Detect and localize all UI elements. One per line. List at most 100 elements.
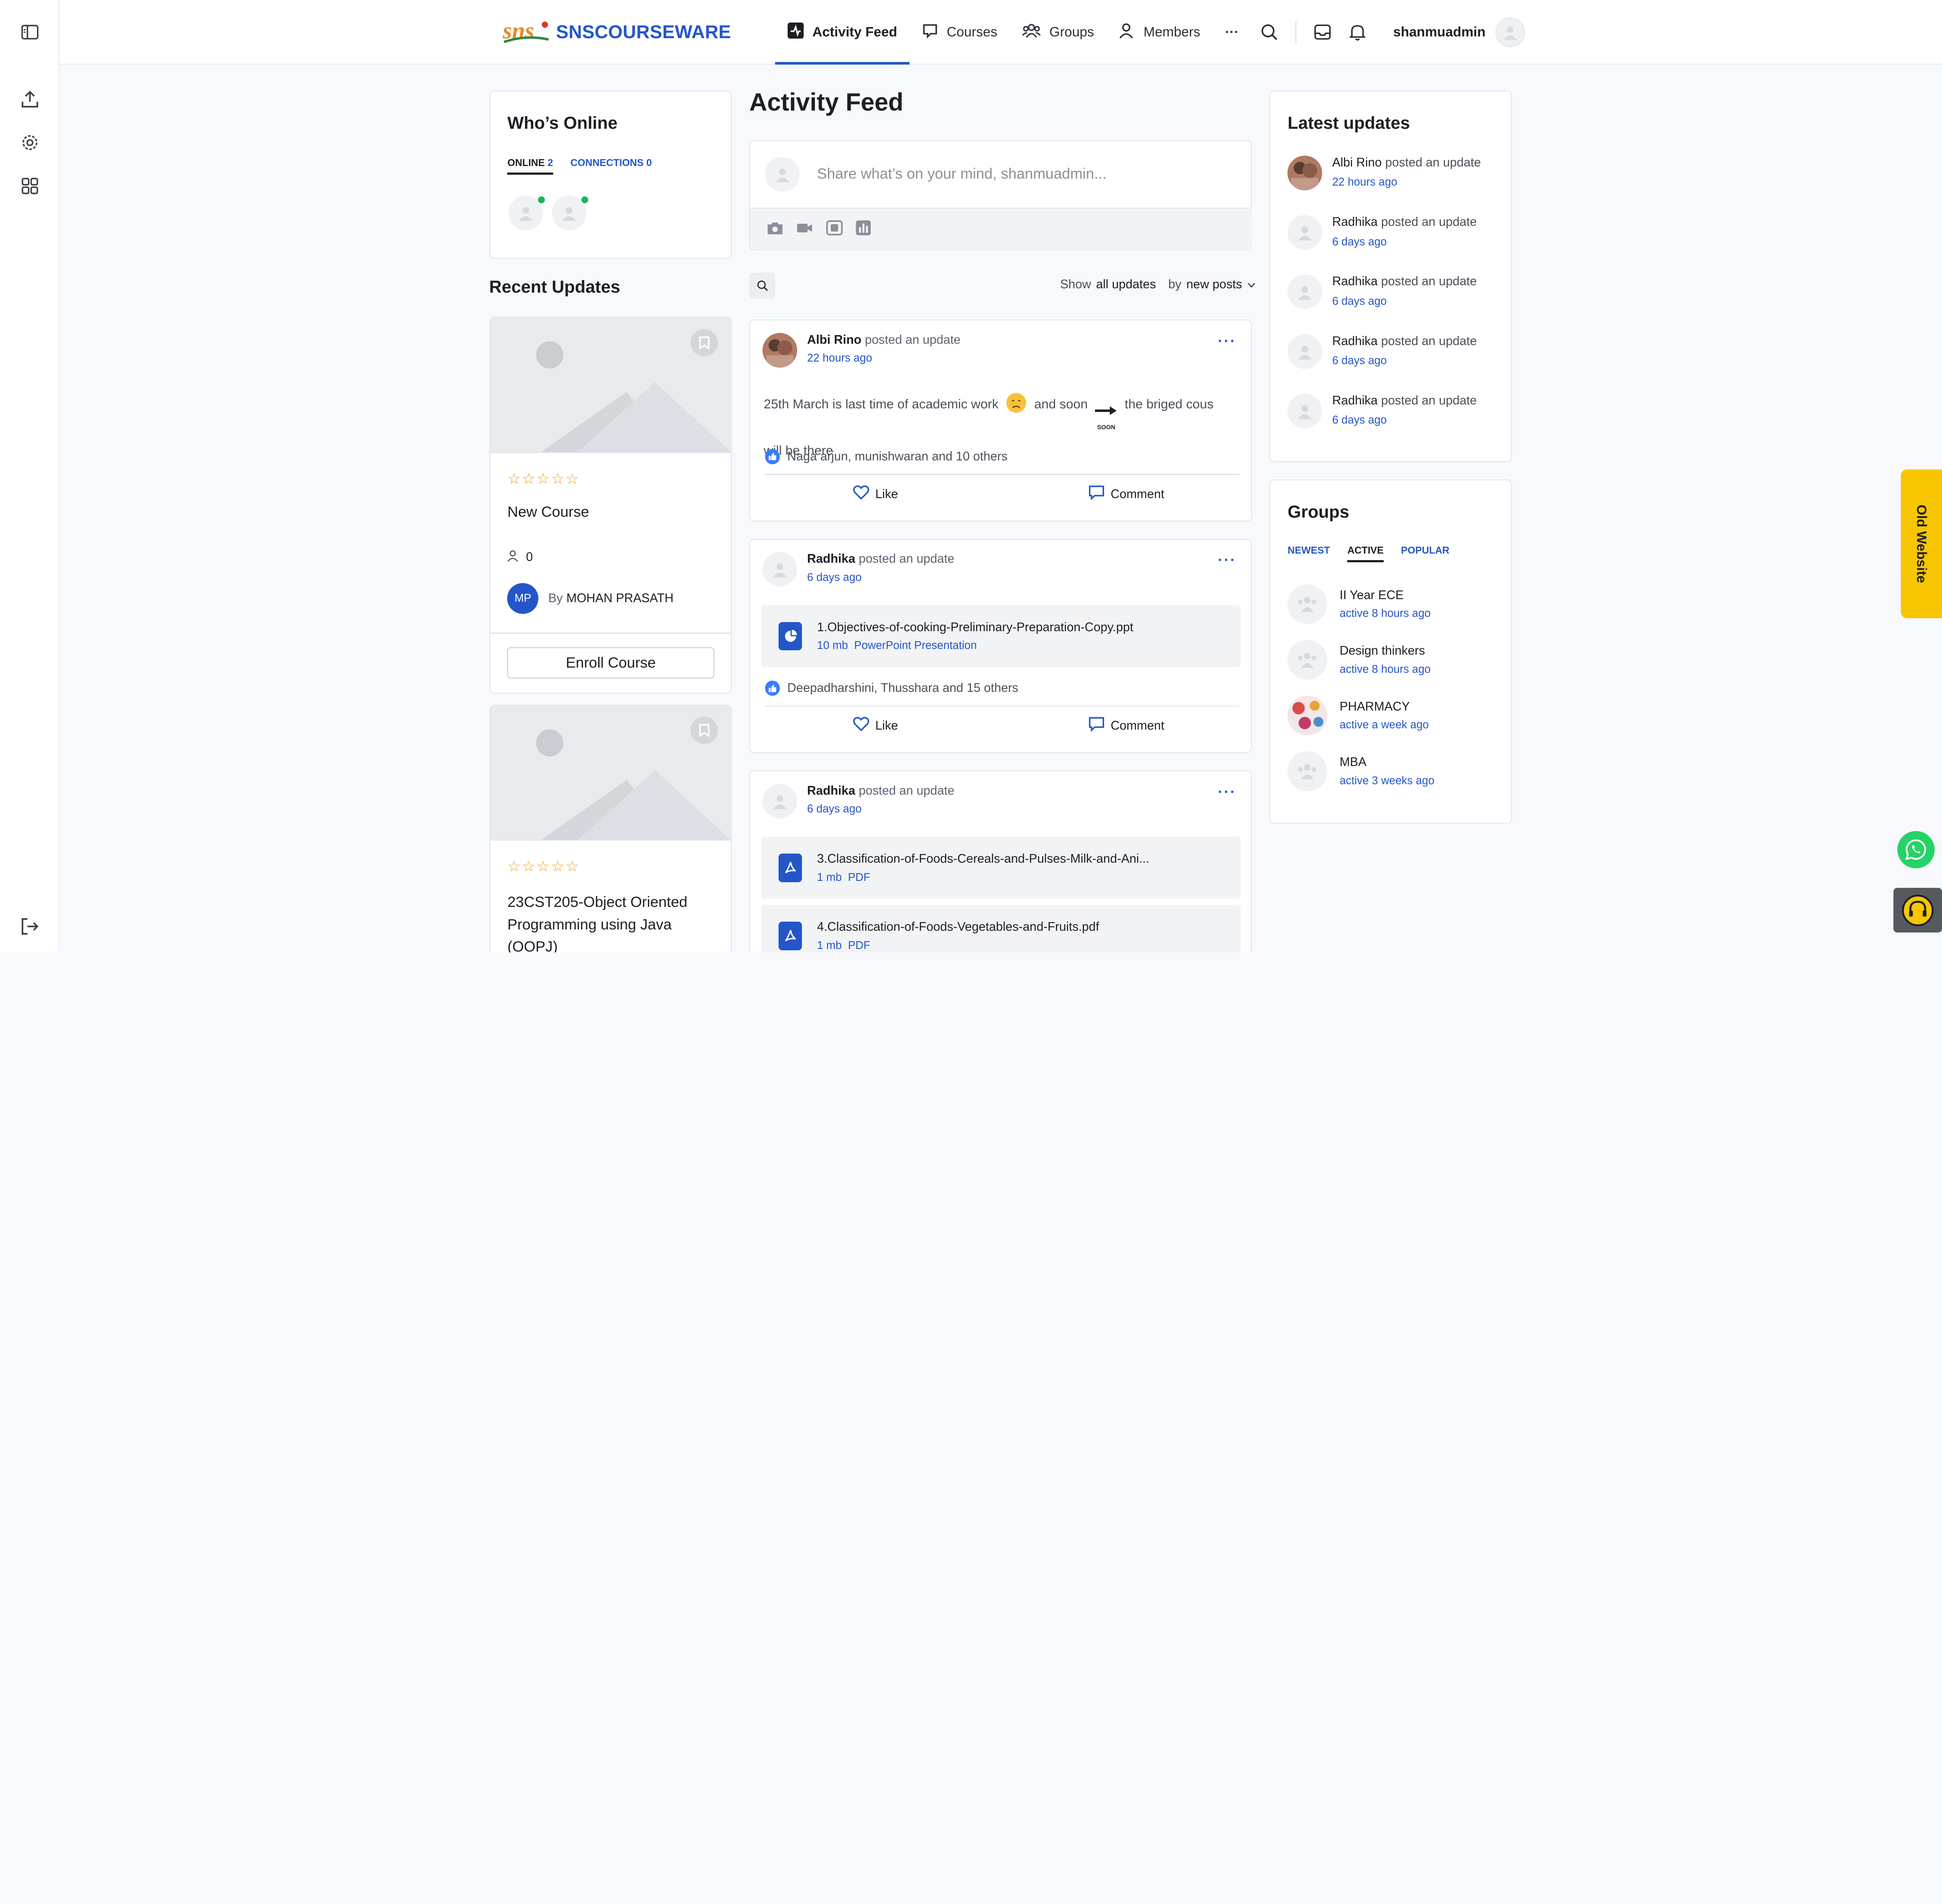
update-author[interactable]: Radhika xyxy=(1332,274,1378,288)
like-button[interactable]: Like xyxy=(750,485,1001,503)
latest-update-item[interactable]: Radhika posted an update 6 days ago xyxy=(1287,393,1477,428)
tab-newest[interactable]: NEWEST xyxy=(1287,544,1330,562)
settings-icon[interactable] xyxy=(17,130,42,155)
group-name[interactable]: MBA xyxy=(1339,755,1434,769)
post-time[interactable]: 22 hours ago xyxy=(807,352,961,365)
headset-icon xyxy=(1902,894,1934,926)
post-options-button[interactable]: ··· xyxy=(1218,333,1236,350)
feed-search-button[interactable] xyxy=(749,272,775,299)
activity-post: Albi Rino posted an update 22 hours ago … xyxy=(749,320,1252,522)
sad-emoji-icon xyxy=(1006,392,1027,421)
author-avatar[interactable] xyxy=(762,783,798,818)
chevron-down-icon[interactable] xyxy=(1247,277,1256,292)
nav-activity-feed[interactable]: Activity Feed xyxy=(775,0,910,65)
tab-connections[interactable]: CONNECTIONS 0 xyxy=(570,157,652,175)
tab-online[interactable]: ONLINE 2 xyxy=(507,157,553,175)
bell-icon[interactable] xyxy=(1344,19,1371,46)
groups-icon xyxy=(1022,23,1041,42)
post-options-button[interactable]: ··· xyxy=(1218,784,1236,801)
post-author[interactable]: Radhika xyxy=(807,552,855,566)
nav-groups[interactable]: Groups xyxy=(1010,0,1106,65)
apps-grid-icon[interactable] xyxy=(17,173,42,198)
video-icon[interactable] xyxy=(796,218,813,241)
group-item[interactable]: PHARMACY active a week ago xyxy=(1287,695,1429,736)
post-time[interactable]: 6 days ago xyxy=(807,803,955,815)
inbox-icon[interactable] xyxy=(1309,19,1336,46)
attachment-file[interactable]: 4.Classification-of-Foods-Vegetables-and… xyxy=(761,905,1241,953)
update-author[interactable]: Radhika xyxy=(1332,215,1378,229)
tab-popular[interactable]: POPULAR xyxy=(1401,544,1450,562)
post-likes[interactable]: Deepadharshini, Thusshara and 15 others xyxy=(765,681,1018,696)
course-card[interactable]: ☆☆☆☆☆ 23CST205-Object Oriented Programmi… xyxy=(489,704,732,953)
camera-icon[interactable] xyxy=(766,218,784,241)
update-time[interactable]: 6 days ago xyxy=(1332,295,1477,308)
username-label[interactable]: shanmuadmin xyxy=(1393,24,1486,40)
search-icon[interactable] xyxy=(1256,19,1283,46)
author-avatar[interactable] xyxy=(762,552,798,587)
update-author[interactable]: Radhika xyxy=(1332,394,1378,408)
bookmark-icon[interactable] xyxy=(691,329,718,356)
tab-active[interactable]: ACTIVE xyxy=(1347,544,1384,562)
support-button[interactable] xyxy=(1893,888,1942,933)
main-nav: Activity Feed Courses Groups Members ··· xyxy=(775,0,1251,65)
logout-icon[interactable] xyxy=(17,914,42,939)
post-author[interactable]: Albi Rino xyxy=(807,333,861,347)
update-author[interactable]: Albi Rino xyxy=(1332,156,1382,170)
post-options-button[interactable]: ··· xyxy=(1218,552,1236,569)
user-avatar[interactable] xyxy=(1495,17,1525,47)
whatsapp-icon xyxy=(1905,839,1926,861)
online-user-avatar[interactable] xyxy=(508,195,546,230)
update-author[interactable]: Radhika xyxy=(1332,334,1378,348)
group-avatar xyxy=(1287,640,1327,680)
post-actions: Like Comment xyxy=(750,717,1251,735)
update-time[interactable]: 22 hours ago xyxy=(1332,176,1481,189)
comment-button[interactable]: Comment xyxy=(1001,485,1252,503)
file-name[interactable]: 4.Classification-of-Foods-Vegetables-and… xyxy=(817,920,1099,934)
group-name[interactable]: Design thinkers xyxy=(1339,644,1430,658)
whatsapp-button[interactable] xyxy=(1897,831,1935,868)
group-name[interactable]: PHARMACY xyxy=(1339,700,1429,714)
attachment-file[interactable]: 1.Objectives-of-cooking-Preliminary-Prep… xyxy=(761,605,1241,668)
composer-placeholder[interactable]: Share what’s on your mind, shanmuadmin..… xyxy=(817,166,1107,183)
latest-update-item[interactable]: Radhika posted an update 6 days ago xyxy=(1287,334,1477,369)
document-icon[interactable] xyxy=(826,218,843,241)
nav-courses[interactable]: Courses xyxy=(909,0,1010,65)
group-name[interactable]: II Year ECE xyxy=(1339,588,1430,603)
latest-update-item[interactable]: Radhika posted an update 6 days ago xyxy=(1287,274,1477,310)
post-time[interactable]: 6 days ago xyxy=(807,571,955,584)
instructor-name[interactable]: MOHAN PRASATH xyxy=(567,591,674,606)
update-time[interactable]: 6 days ago xyxy=(1332,414,1477,427)
poll-icon[interactable] xyxy=(855,218,871,241)
course-title[interactable]: New Course xyxy=(507,504,589,521)
like-button[interactable]: Like xyxy=(750,717,1001,735)
sidebar-toggle-icon[interactable] xyxy=(17,20,42,45)
post-author[interactable]: Radhika xyxy=(807,784,855,798)
brand-logo[interactable]: sns SNSCOURSEWARE xyxy=(502,15,731,49)
file-name[interactable]: 1.Objectives-of-cooking-Preliminary-Prep… xyxy=(817,620,1134,635)
sort-select[interactable]: new posts xyxy=(1186,277,1242,292)
latest-update-item[interactable]: Albi Rino posted an update 22 hours ago xyxy=(1287,156,1481,191)
update-time[interactable]: 6 days ago xyxy=(1332,355,1477,367)
file-name[interactable]: 3.Classification-of-Foods-Cereals-and-Pu… xyxy=(817,852,1150,866)
latest-update-item[interactable]: Radhika posted an update 6 days ago xyxy=(1287,215,1477,250)
comment-button[interactable]: Comment xyxy=(1001,717,1252,735)
upload-icon[interactable] xyxy=(17,87,42,111)
composer-input-row[interactable]: Share what’s on your mind, shanmuadmin..… xyxy=(750,141,1251,208)
course-title[interactable]: 23CST205-Object Oriented Programming usi… xyxy=(507,891,718,952)
group-item[interactable]: Design thinkers active 8 hours ago xyxy=(1287,640,1430,680)
group-item[interactable]: MBA active 3 weeks ago xyxy=(1287,751,1434,791)
nav-more-button[interactable]: ··· xyxy=(1213,0,1251,65)
course-card[interactable]: ☆☆☆☆☆ New Course 0 MP By MOHAN PRASATH E… xyxy=(489,317,732,694)
update-time[interactable]: 6 days ago xyxy=(1332,236,1477,248)
nav-members[interactable]: Members xyxy=(1106,0,1212,65)
author-avatar[interactable] xyxy=(762,333,798,368)
enroll-course-button[interactable]: Enroll Course xyxy=(507,647,714,678)
old-website-tab[interactable]: Old Website xyxy=(1901,469,1942,618)
attachment-file[interactable]: 3.Classification-of-Foods-Cereals-and-Pu… xyxy=(761,837,1241,899)
group-item[interactable]: II Year ECE active 8 hours ago xyxy=(1287,584,1430,624)
online-user-avatar[interactable] xyxy=(552,195,590,230)
post-likes[interactable]: Naga arjun, munishwaran and 10 others xyxy=(765,449,1007,464)
bookmark-icon[interactable] xyxy=(691,717,718,744)
pdf-file-icon xyxy=(779,922,802,950)
filter-updates-select[interactable]: all updates xyxy=(1096,277,1156,292)
